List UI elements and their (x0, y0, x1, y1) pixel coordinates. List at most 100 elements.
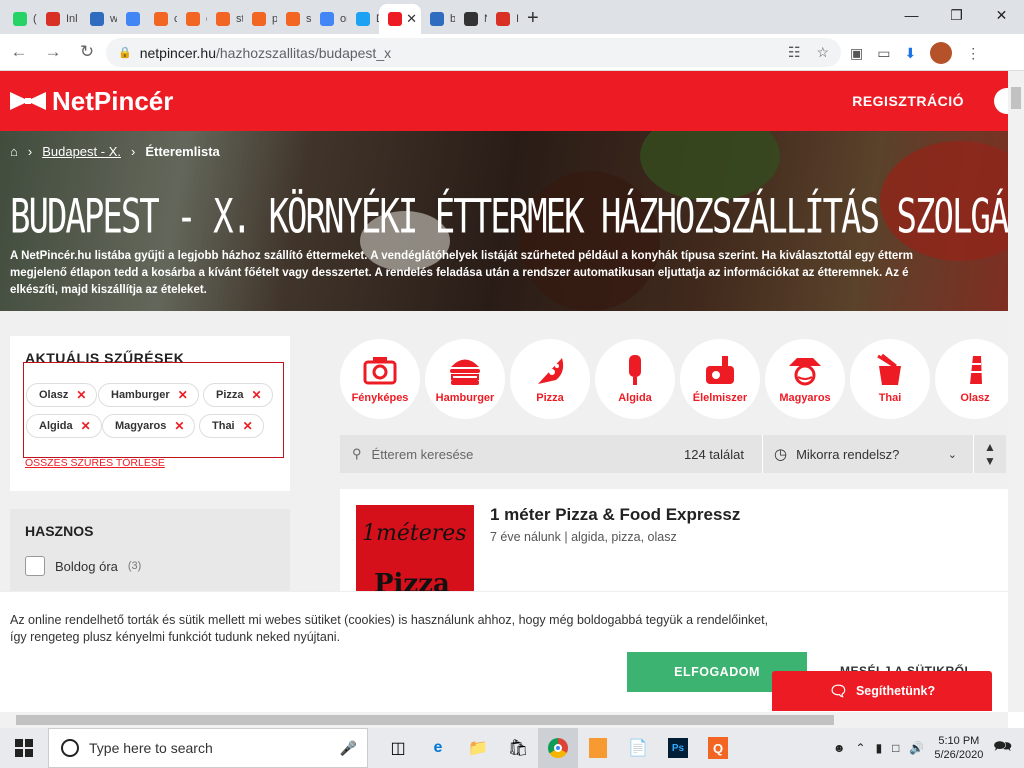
category-elelmiszer[interactable]: Élelmiszer (680, 339, 760, 419)
cp-icon (186, 12, 200, 26)
browser-tab[interactable]: Inl (487, 4, 519, 34)
vertical-scrollbar[interactable] (1008, 71, 1024, 712)
browser-tab[interactable]: (13 (4, 4, 37, 34)
home-icon[interactable]: ⌂ (10, 144, 18, 159)
filter-chip-algida[interactable]: Algida ✕ (26, 414, 102, 438)
site-logo[interactable]: NetPincér (10, 86, 173, 117)
pizza-slice-icon (538, 358, 564, 384)
browser-tab[interactable]: De (347, 4, 379, 34)
reload-button[interactable]: ↻ (72, 42, 102, 62)
volume-icon[interactable]: 🔊 (909, 741, 924, 755)
browser-tab[interactable]: cP (145, 4, 177, 34)
wikipedia-icon (464, 12, 478, 26)
user-circle-icon[interactable] (994, 88, 1008, 114)
address-bar[interactable]: 🔒 netpincer.hu/hazhozszallitas/budapest_… (106, 38, 841, 67)
chevron-up-icon[interactable]: ⌃ (856, 741, 866, 755)
maximize-button[interactable]: ❐ (934, 0, 979, 30)
browser-tab[interactable]: Inl (37, 4, 81, 34)
category-label: Olasz (960, 392, 990, 404)
restaurant-name[interactable]: 1 méter Pizza & Food Expressz (490, 505, 740, 525)
close-window-button[interactable]: ✕ (979, 0, 1024, 30)
chrome-icon[interactable] (538, 728, 578, 768)
browser-tab[interactable]: Ne (455, 4, 487, 34)
help-chat-button[interactable]: 🗨 Segíthetünk? (772, 671, 992, 711)
minimize-button[interactable]: — (889, 0, 934, 30)
page-title: BUDAPEST - X. KÖRNYÉKI ÉTTERMEK HÁZHOZSZ… (10, 189, 1008, 245)
restaurant-search-input[interactable]: ⚲ Étterem keresése 124 találat (340, 446, 762, 462)
browser-tab[interactable]: str (207, 4, 243, 34)
browser-tab[interactable]: sty (277, 4, 311, 34)
q-app-icon[interactable]: Q (698, 728, 738, 768)
battery-icon[interactable]: ▮ (876, 741, 883, 755)
chevron-right-icon: › (130, 144, 136, 159)
taskbar-search[interactable]: Type here to search 🎤 (48, 728, 368, 768)
photoshop-icon[interactable]: Ps (658, 728, 698, 768)
clear-all-filters-link[interactable]: ÖSSZES SZŰRÉS TÖRLÉSE (25, 457, 165, 469)
notifications-icon[interactable]: 🗪 (993, 736, 1012, 761)
checkbox-count: (3) (127, 560, 142, 572)
network-icon[interactable]: □ (892, 741, 899, 755)
remove-x-icon[interactable]: ✕ (243, 419, 253, 433)
browser-tab[interactable]: on (311, 4, 347, 34)
start-button[interactable] (0, 728, 48, 768)
category-hamburger[interactable]: Hamburger (425, 339, 505, 419)
happy-hour-checkbox[interactable]: Boldog óra (3) (25, 556, 141, 576)
windows-taskbar: Type here to search 🎤 ◫ e 📁 🛍 📄 Ps Q ☻ ⌃… (0, 728, 1024, 768)
browser-tab[interactable]: cP (177, 4, 207, 34)
remove-x-icon[interactable]: ✕ (252, 388, 262, 402)
remove-x-icon[interactable]: ✕ (81, 419, 91, 433)
category-pizza[interactable]: Pizza (510, 339, 590, 419)
browser-tab[interactable]: wh (81, 4, 117, 34)
cast-icon[interactable]: ▭ (877, 45, 890, 62)
filter-chip-olasz[interactable]: Olasz ✕ (26, 383, 98, 407)
register-link[interactable]: REGISZTRÁCIÓ (852, 93, 964, 109)
microphone-icon[interactable]: 🎤 (340, 740, 357, 757)
filter-chip-hamburger[interactable]: Hamburger ✕ (98, 383, 199, 407)
category-fenykepes[interactable]: Fényképes (340, 339, 420, 419)
help-label: Segíthetünk? (855, 684, 936, 698)
horizontal-scrollbar[interactable] (0, 712, 1008, 728)
browser-tab[interactable]: pro (243, 4, 277, 34)
close-tab-icon[interactable]: ✕ (406, 11, 417, 27)
people-icon[interactable]: ☻ (833, 741, 846, 755)
category-algida[interactable]: Algida (595, 339, 675, 419)
browser-tab[interactable]: be (421, 4, 455, 34)
remove-x-icon[interactable]: ✕ (178, 388, 188, 402)
file-explorer-icon[interactable]: 📁 (458, 728, 498, 768)
menu-kebab-icon[interactable]: ⋮ (966, 45, 980, 62)
new-tab-button[interactable]: + (527, 7, 539, 30)
bookmark-star-icon[interactable]: ☆ (816, 44, 829, 61)
category-olasz[interactable]: Olasz (935, 339, 1008, 419)
remove-x-icon[interactable]: ✕ (76, 388, 86, 402)
taskbar-apps: ◫ e 📁 🛍 📄 Ps Q (378, 728, 738, 768)
chip-label: Hamburger (111, 389, 170, 401)
remove-x-icon[interactable]: ✕ (174, 419, 184, 433)
store-icon[interactable]: 🛍 (498, 728, 538, 768)
browser-tab[interactable]: ✕ (379, 4, 421, 34)
translate-icon[interactable]: ☷ (788, 44, 801, 61)
sort-arrows-icon[interactable]: ▲ ▼ (974, 440, 1006, 468)
ice-cream-icon (629, 355, 641, 385)
notepad-icon[interactable]: 📄 (618, 728, 658, 768)
sublime-icon[interactable] (578, 728, 618, 768)
category-magyaros[interactable]: Magyaros (765, 339, 845, 419)
thumb-text: 1méteres (362, 521, 467, 546)
order-time-select[interactable]: ◷ Mikorra rendelsz? ⌄ (763, 445, 973, 463)
download-icon[interactable]: ⬇ (904, 45, 916, 62)
category-thai[interactable]: Thai (850, 339, 930, 419)
task-view-icon[interactable]: ◫ (378, 728, 418, 768)
filter-chips-box: Olasz ✕ Hamburger ✕ Pizza ✕ Algida ✕ Magyaro… (23, 362, 284, 458)
filter-chip-pizza[interactable]: Pizza ✕ (203, 383, 273, 407)
breadcrumb-budapest[interactable]: Budapest - X. (42, 144, 121, 159)
whatsapp-icon (13, 12, 27, 26)
filter-chip-thai[interactable]: Thai ✕ (199, 414, 264, 438)
browser-tab[interactable]: Be (117, 4, 145, 34)
camera-icon[interactable]: ▣ (850, 45, 863, 62)
checkbox-box[interactable] (25, 556, 45, 576)
profile-avatar[interactable] (930, 42, 953, 64)
edge-icon[interactable]: e (418, 728, 458, 768)
forward-button[interactable]: → (38, 42, 68, 62)
back-button[interactable]: ← (4, 42, 34, 62)
taskbar-clock[interactable]: 5:10 PM 5/26/2020 (934, 734, 983, 762)
filter-chip-magyaros[interactable]: Magyaros ✕ (102, 414, 196, 438)
